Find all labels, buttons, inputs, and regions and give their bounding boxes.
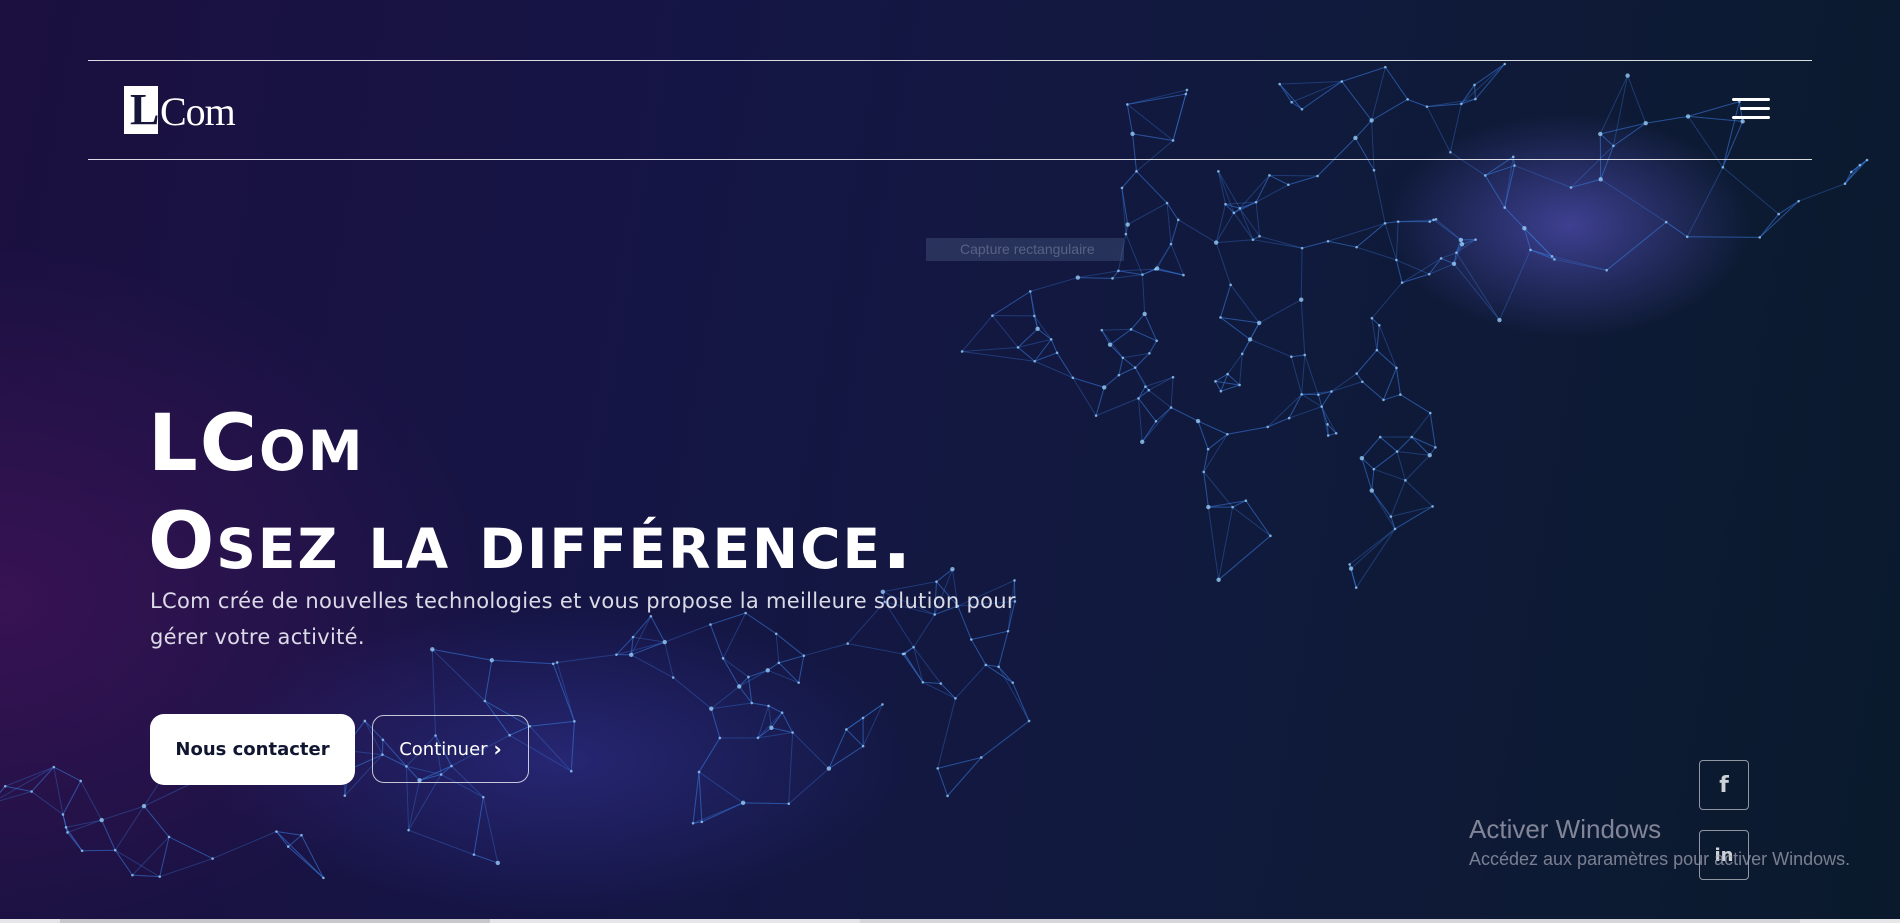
header-bottom-divider [88, 159, 1812, 160]
continue-label: Continuer [399, 738, 488, 760]
capture-tooltip: Capture rectangulaire [926, 238, 1124, 261]
lcom-logo[interactable]: L Com [124, 85, 236, 134]
header-top-divider [88, 60, 1812, 61]
headline-line-1: LCom [148, 399, 365, 489]
chevron-right-icon: › [493, 737, 502, 761]
continue-button[interactable]: Continuer › [372, 715, 529, 783]
contact-button[interactable]: Nous contacter [150, 714, 355, 785]
subtitle-line-1: LCom crée de nouvelles technologies et v… [150, 589, 1016, 613]
logo-text: Com [160, 89, 236, 134]
logo-wordmark: Com [160, 89, 236, 134]
logo-mark: L [124, 85, 160, 134]
logo-letter: L [130, 85, 160, 134]
menu-icon[interactable] [1726, 98, 1770, 124]
windows-activation-title: Activer Windows [1469, 814, 1662, 844]
subtitle-line-2: gérer votre activité. [150, 625, 365, 649]
horizontal-scrollbar[interactable] [0, 919, 1900, 923]
headline-line-2: Osez la différence. [148, 497, 914, 587]
facebook-icon[interactable]: f [1699, 760, 1749, 810]
hero-headline: LCom Osez la différence. [148, 395, 914, 591]
hero-subtitle: LCom crée de nouvelles technologies et v… [150, 583, 1050, 655]
windows-activation-subtitle: Accédez aux paramètres pour activer Wind… [1469, 849, 1851, 869]
hero-section: L Com Capture rectangulaire LCom Osez la… [0, 0, 1900, 919]
facebook-glyph: f [1719, 772, 1729, 798]
